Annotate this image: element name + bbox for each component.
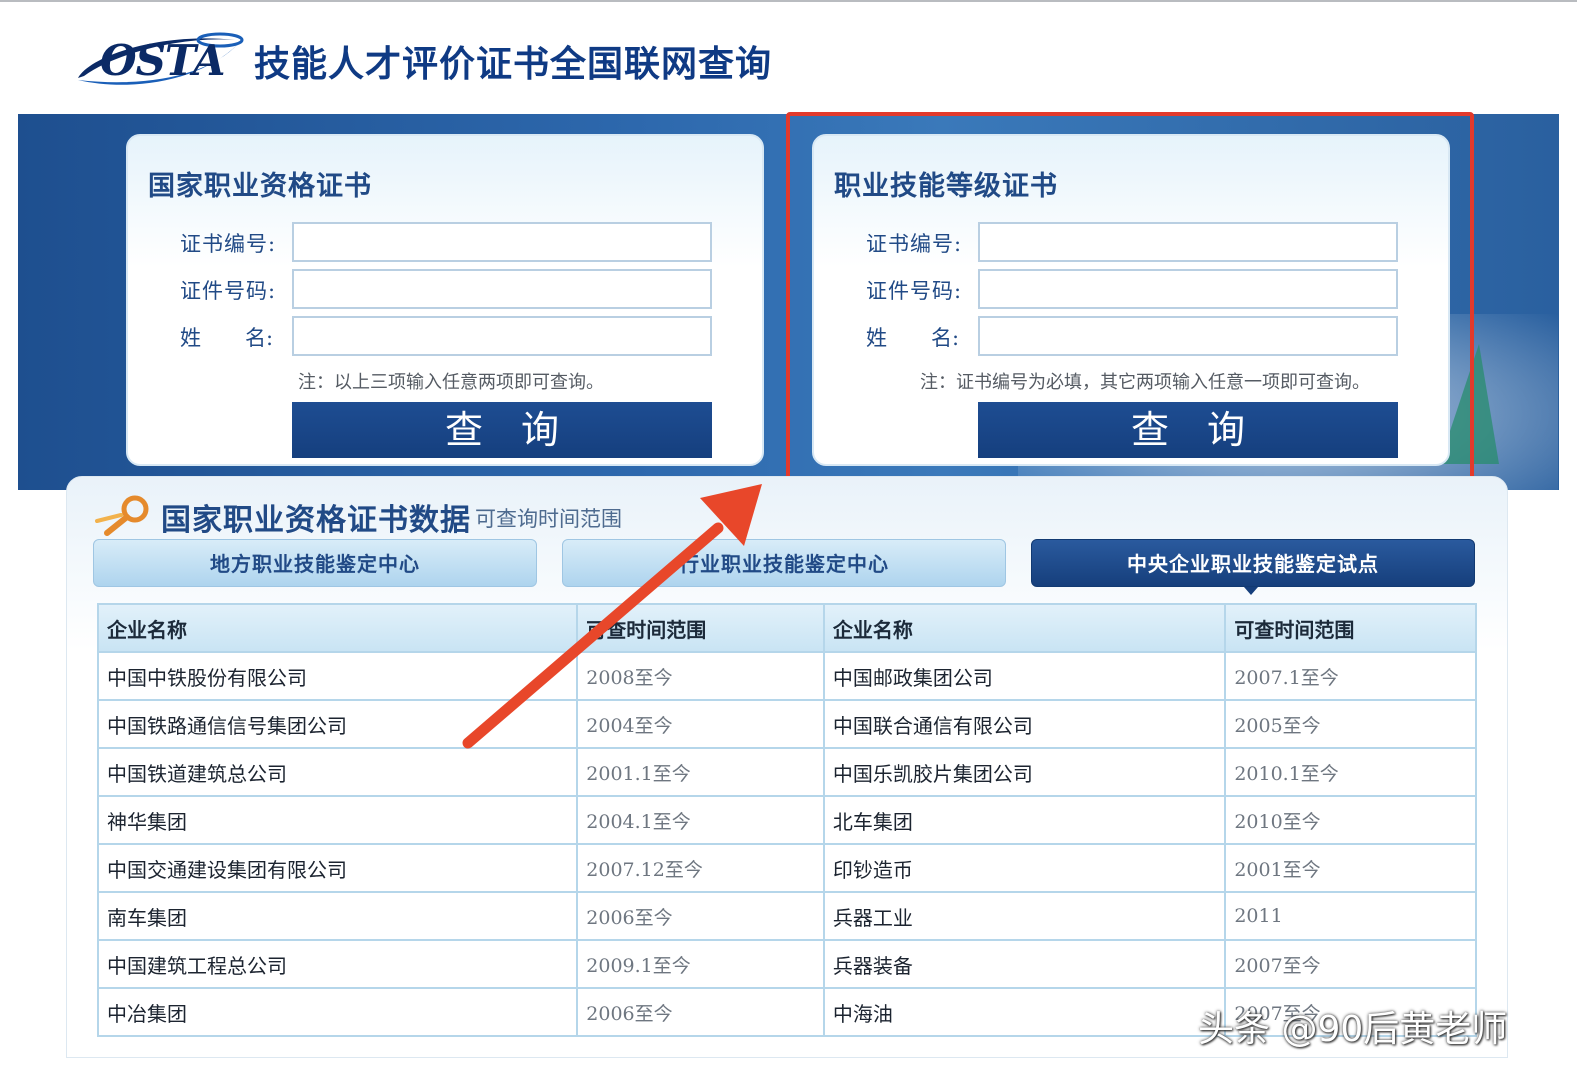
id-number-input[interactable] (978, 269, 1398, 309)
table-row: 南车集团 2006至今 兵器工业 2011 (96, 891, 1477, 941)
time-range-cell: 2001至今 (1224, 843, 1477, 893)
col-header-time-range: 可查时间范围 (1224, 603, 1477, 653)
table-row: 中国铁道建筑总公司 2001.1至今 中国乐凯胶片集团公司 2010.1至今 (96, 747, 1477, 797)
enterprise-name-cell: 中国邮政集团公司 (822, 651, 1227, 701)
enterprise-name-cell: 中国铁道建筑总公司 (96, 747, 579, 797)
enterprise-name-cell: 中国铁路通信信号集团公司 (96, 699, 579, 749)
tab-central-enterprise[interactable]: 中央企业职业技能鉴定试点 (1031, 539, 1475, 587)
enterprise-time-range-table: 企业名称 可查时间范围 企业名称 可查时间范围 中国中铁股份有限公司 2008至今… (96, 603, 1477, 1037)
table-row: 中国建筑工程总公司 2009.1至今 兵器装备 2007至今 (96, 939, 1477, 989)
osta-logo[interactable]: OSTA (70, 26, 245, 92)
enterprise-name-cell: 兵器装备 (822, 939, 1227, 989)
time-range-cell: 2005至今 (1224, 699, 1477, 749)
table-row: 中国中铁股份有限公司 2008至今 中国邮政集团公司 2007.1至今 (96, 651, 1477, 701)
time-range-cell: 2010.1至今 (1224, 747, 1477, 797)
magnifier-key-icon (95, 495, 149, 536)
col-header-enterprise: 企业名称 (822, 603, 1227, 653)
table-row: 中国交通建设集团有限公司 2007.12至今 印钞造币 2001至今 (96, 843, 1477, 893)
watermark: 头条 @90后黄老师 (1198, 1009, 1508, 1050)
name-label: 姓 名: (180, 322, 273, 352)
cert-number-label: 证书编号: (180, 232, 277, 256)
cert-number-row: 证书编号: (128, 222, 762, 262)
enterprise-name-cell: 中国建筑工程总公司 (96, 939, 579, 989)
id-number-label: 证件号码: (866, 279, 963, 303)
name-label-b: 名: (245, 326, 274, 350)
site-title: 技能人才评价证书全国联网查询 (254, 44, 773, 85)
name-row: 姓 名: (128, 316, 762, 356)
id-number-row: 证件号码: (128, 269, 762, 309)
active-tab-caret-icon (1244, 587, 1258, 595)
enterprise-name-cell: 中国乐凯胶片集团公司 (822, 747, 1227, 797)
col-header-enterprise: 企业名称 (96, 603, 579, 653)
time-range-cell: 2001.1至今 (576, 747, 825, 797)
enterprise-name-cell: 兵器工业 (822, 891, 1227, 941)
time-range-cell: 2010至今 (1224, 795, 1477, 845)
table-row: 神华集团 2004.1至今 北车集团 2010至今 (96, 795, 1477, 845)
time-range-cell: 2007至今 (1224, 939, 1477, 989)
query-panel-vocational-skill-level: 职业技能等级证书 证书编号: 证件号码: 姓 名: 注：证书编号为必填，其它两项输… (812, 134, 1450, 466)
query-button-char-b: 询 (521, 408, 560, 452)
panel-title: 职业技能等级证书 (834, 171, 1058, 202)
id-number-input[interactable] (292, 269, 712, 309)
enterprise-name-cell: 中海油 (822, 987, 1227, 1037)
tab-industry-center[interactable]: 行业职业技能鉴定中心 (562, 539, 1006, 587)
name-label: 姓 名: (866, 322, 959, 352)
certificate-data-section: 国家职业资格证书数据 可查询时间范围 地方职业技能鉴定中心 行业职业技能鉴定中心… (66, 476, 1508, 1058)
enterprise-name-cell: 中国中铁股份有限公司 (96, 651, 579, 701)
query-panel-national-qualification: 国家职业资格证书 证书编号: 证件号码: 姓 名: 注：以上三项输入任意两项即可查… (126, 134, 764, 466)
panel-note: 注：以上三项输入任意两项即可查询。 (298, 372, 604, 393)
table-header-row: 企业名称 可查时间范围 企业名称 可查时间范围 (96, 603, 1477, 653)
time-range-cell: 2004.1至今 (576, 795, 825, 845)
enterprise-name-cell: 中冶集团 (96, 987, 579, 1037)
table-row: 中国铁路通信信号集团公司 2004至今 中国联合通信有限公司 2005至今 (96, 699, 1477, 749)
time-range-cell: 2004至今 (576, 699, 825, 749)
name-label-b: 名: (931, 326, 960, 350)
time-range-cell: 2006至今 (576, 987, 825, 1037)
panel-note: 注：证书编号为必填，其它两项输入任意一项即可查询。 (920, 372, 1370, 393)
time-range-cell: 2009.1至今 (576, 939, 825, 989)
enterprise-name-cell: 中国交通建设集团有限公司 (96, 843, 579, 893)
col-header-time-range: 可查时间范围 (576, 603, 825, 653)
time-range-cell: 2011 (1224, 891, 1477, 941)
enterprise-name-cell: 北车集团 (822, 795, 1227, 845)
logo-text: OSTA (100, 36, 225, 85)
enterprise-name-cell: 神华集团 (96, 795, 579, 845)
time-range-cell: 2008至今 (576, 651, 825, 701)
time-range-cell: 2007.1至今 (1224, 651, 1477, 701)
data-section-subtitle: 可查询时间范围 (475, 507, 622, 531)
query-button[interactable]: 查询 (978, 402, 1398, 458)
query-button[interactable]: 查询 (292, 402, 712, 458)
time-range-cell: 2006至今 (576, 891, 825, 941)
name-input[interactable] (292, 316, 712, 356)
cert-number-label: 证书编号: (866, 232, 963, 256)
data-section-title: 国家职业资格证书数据 (161, 503, 471, 538)
enterprise-name-cell: 印钞造币 (822, 843, 1227, 893)
cert-number-input[interactable] (292, 222, 712, 262)
name-label-a: 姓 (866, 326, 887, 350)
id-number-label: 证件号码: (180, 279, 277, 303)
panel-title: 国家职业资格证书 (148, 171, 372, 202)
name-input[interactable] (978, 316, 1398, 356)
id-number-row: 证件号码: (814, 269, 1448, 309)
name-row: 姓 名: (814, 316, 1448, 356)
query-button-char-a: 查 (445, 408, 484, 452)
tab-local-center[interactable]: 地方职业技能鉴定中心 (93, 539, 537, 587)
site-header: OSTA 技能人才评价证书全国联网查询 (0, 2, 1577, 114)
cert-number-row: 证书编号: (814, 222, 1448, 262)
cert-number-input[interactable] (978, 222, 1398, 262)
name-label-a: 姓 (180, 326, 201, 350)
time-range-cell: 2007.12至今 (576, 843, 825, 893)
enterprise-name-cell: 中国联合通信有限公司 (822, 699, 1227, 749)
query-button-char-a: 查 (1131, 408, 1170, 452)
query-button-char-b: 询 (1207, 408, 1246, 452)
enterprise-name-cell: 南车集团 (96, 891, 579, 941)
